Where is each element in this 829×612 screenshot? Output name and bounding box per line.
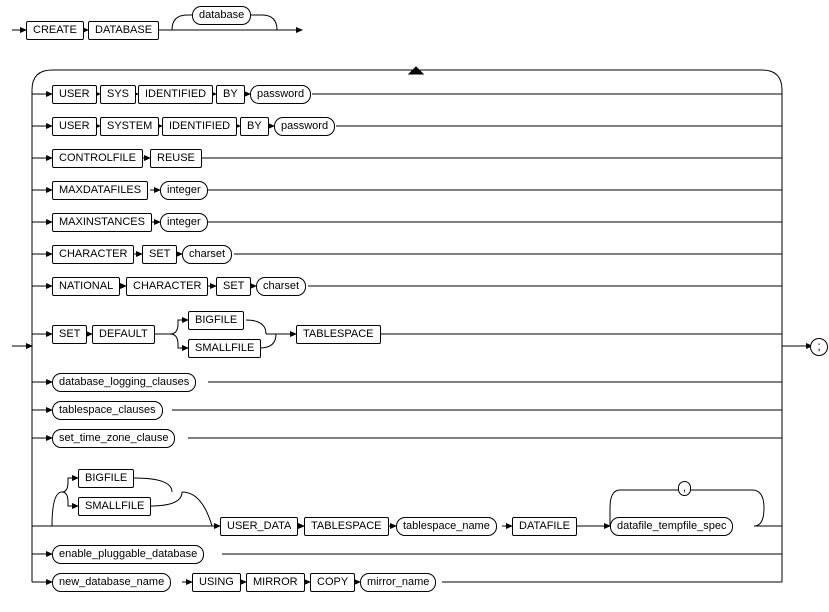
kw-smallfile: SMALLFILE — [188, 339, 261, 358]
nt-db-logging-clauses: database_logging_clauses — [52, 373, 196, 392]
kw-controlfile: CONTROLFILE — [52, 149, 143, 168]
kw-user: USER — [52, 85, 97, 104]
nt-password: password — [250, 85, 311, 104]
kw-tablespace-2: TABLESPACE — [304, 517, 389, 536]
nt-integer: integer — [160, 181, 208, 200]
kw-database: DATABASE — [88, 21, 159, 40]
kw-default: DEFAULT — [92, 325, 155, 344]
nt-charset: charset — [182, 245, 232, 264]
kw-reuse: REUSE — [150, 149, 202, 168]
nt-password-2: password — [274, 117, 335, 136]
nt-integer-2: integer — [160, 213, 208, 232]
nt-new-database-name: new_database_name — [52, 573, 171, 592]
kw-national: NATIONAL — [52, 277, 120, 296]
kw-user-2: USER — [52, 117, 97, 136]
kw-bigfile-2: BIGFILE — [78, 469, 134, 488]
kw-identified: IDENTIFIED — [138, 85, 213, 104]
kw-bigfile: BIGFILE — [188, 311, 244, 330]
kw-system: SYSTEM — [100, 117, 159, 136]
nt-database-name: database — [192, 6, 251, 25]
kw-smallfile-2: SMALLFILE — [78, 497, 151, 516]
kw-user-data: USER_DATA — [220, 517, 298, 536]
kw-character: CHARACTER — [52, 245, 134, 264]
loop-separator-comma: , — [678, 481, 691, 496]
kw-identified-2: IDENTIFIED — [162, 117, 237, 136]
kw-maxdatafiles: MAXDATAFILES — [52, 181, 148, 200]
kw-copy: COPY — [310, 573, 355, 592]
nt-tablespace-name: tablespace_name — [396, 517, 497, 536]
nt-datafile-tempfile-spec: datafile_tempfile_spec — [610, 517, 733, 536]
kw-create: CREATE — [26, 21, 84, 40]
kw-sys: SYS — [100, 85, 136, 104]
kw-datafile: DATAFILE — [512, 517, 577, 536]
kw-set-2: SET — [216, 277, 251, 296]
nt-enable-pluggable-database: enable_pluggable_database — [52, 545, 204, 564]
nt-tablespace-clauses: tablespace_clauses — [52, 401, 163, 420]
kw-set-3: SET — [52, 325, 87, 344]
railroad-diagram: CREATE DATABASE database USER SYS IDENTI… — [12, 12, 817, 600]
kw-mirror: MIRROR — [246, 573, 305, 592]
kw-using: USING — [192, 573, 241, 592]
nt-charset-2: charset — [256, 277, 306, 296]
kw-set: SET — [142, 245, 177, 264]
terminator-semicolon: ; — [810, 338, 828, 356]
kw-by-2: BY — [240, 117, 269, 136]
kw-tablespace: TABLESPACE — [296, 325, 381, 344]
kw-character-2: CHARACTER — [126, 277, 208, 296]
nt-set-time-zone-clause: set_time_zone_clause — [52, 429, 175, 448]
kw-maxinstances: MAXINSTANCES — [52, 213, 152, 232]
kw-by: BY — [216, 85, 245, 104]
nt-mirror-name: mirror_name — [360, 573, 436, 592]
